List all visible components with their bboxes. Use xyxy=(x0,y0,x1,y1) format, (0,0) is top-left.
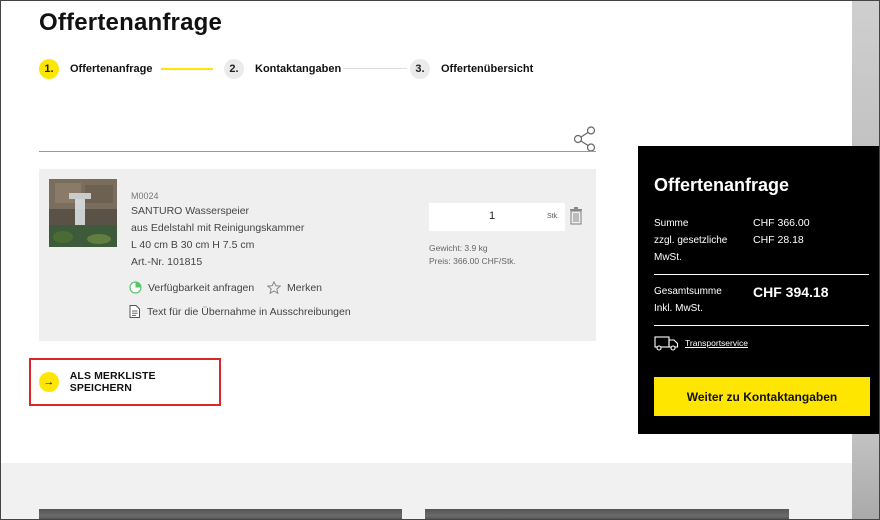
section-divider xyxy=(39,151,596,152)
quantity-unit: Stk. xyxy=(546,213,559,220)
page-frame: Offertenanfrage 1. Offertenanfrage 2. Ko… xyxy=(0,0,880,520)
total-value: CHF 394.18 xyxy=(753,284,829,300)
teaser-image-right[interactable] xyxy=(425,509,789,519)
sum-value: CHF 366.00 xyxy=(753,217,810,229)
step-2[interactable]: 2. Kontaktangaben xyxy=(224,59,341,79)
checkout-steps: 1. Offertenanfrage 2. Kontaktangaben 3. … xyxy=(39,59,599,79)
product-weight: Gewicht: 3.9 kg xyxy=(429,243,488,253)
vat-value: CHF 28.18 xyxy=(753,234,804,246)
step-connector-1 xyxy=(161,68,213,70)
continue-to-contact-button[interactable]: Weiter zu Kontaktangaben xyxy=(654,377,870,416)
star-icon xyxy=(267,281,281,294)
remember-label: Merken xyxy=(287,281,323,294)
product-image[interactable] xyxy=(49,179,117,247)
vat-label-line2: MwSt. xyxy=(654,252,682,263)
product-dimensions: L 40 cm B 30 cm H 7.5 cm xyxy=(131,239,255,251)
transport-service-label: Transportservice xyxy=(685,338,748,348)
arrow-right-icon: → xyxy=(39,372,59,392)
step-2-label: Kontaktangaben xyxy=(255,63,342,75)
summary-divider-2 xyxy=(654,325,869,326)
availability-pie-icon xyxy=(129,281,142,294)
product-item-card: M0024 SANTURO Wasserspeier aus Edelstahl… xyxy=(39,169,596,341)
product-name[interactable]: SANTURO Wasserspeier xyxy=(131,205,249,217)
total-label-line1: Gesamtsumme xyxy=(654,286,722,297)
product-code: M0024 xyxy=(131,191,159,201)
sum-label: Summe xyxy=(654,218,689,229)
document-icon xyxy=(129,305,140,318)
step-1-label: Offertenanfrage xyxy=(70,63,153,75)
order-summary-panel: Offertenanfrage Summe CHF 366.00 zzgl. g… xyxy=(638,146,879,434)
step-2-number: 2. xyxy=(224,59,244,79)
step-3-label: Offertenübersicht xyxy=(441,63,534,75)
tender-text-link[interactable]: Text für die Übernahme in Ausschreibunge… xyxy=(129,305,351,318)
truck-icon xyxy=(654,336,679,351)
save-wishlist-button[interactable]: → ALS MERKLISTE SPEICHERN xyxy=(29,358,221,406)
total-label-line2: Inkl. MwSt. xyxy=(654,303,703,314)
transport-service-link[interactable]: Transportservice xyxy=(654,335,748,351)
step-1[interactable]: 1. Offertenanfrage xyxy=(39,59,153,79)
quantity-input[interactable]: 1 Stk. xyxy=(429,203,565,231)
share-icon[interactable] xyxy=(573,126,597,152)
summary-title: Offertenanfrage xyxy=(654,175,790,195)
quantity-value: 1 xyxy=(489,210,496,222)
step-3[interactable]: 3. Offertenübersicht xyxy=(410,59,533,79)
availability-label: Verfügbarkeit anfragen xyxy=(148,281,255,294)
step-3-number: 3. xyxy=(410,59,430,79)
save-wishlist-label: ALS MERKLISTE SPEICHERN xyxy=(69,370,156,394)
product-description: aus Edelstahl mit Reinigungskammer xyxy=(131,222,305,234)
trash-icon[interactable] xyxy=(569,207,583,225)
tender-text-label: Text für die Übernahme in Ausschreibunge… xyxy=(147,305,351,318)
remember-link[interactable]: Merken xyxy=(267,281,322,294)
page-title: Offertenanfrage xyxy=(39,9,223,36)
availability-request-link[interactable]: Verfügbarkeit anfragen xyxy=(129,281,254,294)
step-1-number: 1. xyxy=(39,59,59,79)
summary-divider-1 xyxy=(654,274,869,275)
product-price: Preis: 366.00 CHF/Stk. xyxy=(429,256,516,266)
teaser-image-left[interactable] xyxy=(39,509,402,519)
vat-label-line1: zzgl. gesetzliche xyxy=(654,235,728,246)
product-article-number: Art.-Nr. 101815 xyxy=(131,256,203,268)
step-connector-2 xyxy=(343,68,407,69)
